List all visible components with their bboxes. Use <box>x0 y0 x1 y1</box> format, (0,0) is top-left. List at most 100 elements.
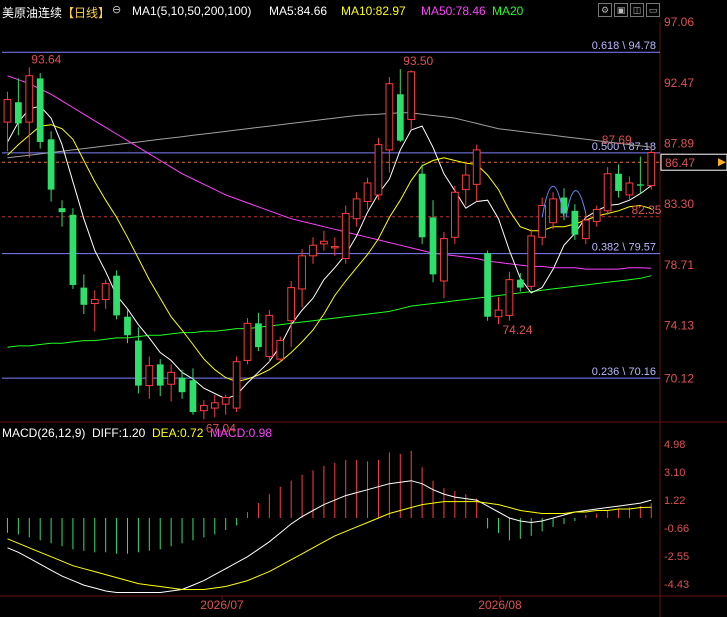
ref-annotation-1: 87.69 <box>602 133 632 147</box>
candle-body <box>232 361 241 409</box>
candle-body <box>3 99 12 123</box>
candle-body <box>341 212 350 259</box>
candle-body <box>418 173 426 238</box>
candle-body <box>625 182 634 196</box>
candle <box>47 131 55 202</box>
candle <box>385 77 394 173</box>
candle <box>255 312 262 352</box>
fib-level-label: 0.236 \ 70.16 <box>592 366 656 378</box>
candle <box>265 310 274 362</box>
candle-body <box>14 102 22 124</box>
candle-body <box>440 238 448 282</box>
candle <box>571 204 579 240</box>
candle-body <box>352 198 361 220</box>
macd-tick-label: -4.43 <box>664 579 689 591</box>
high-annotation-2: 93.50 <box>403 54 433 68</box>
candle-body <box>549 198 557 224</box>
candle <box>461 161 470 206</box>
candle <box>603 167 612 215</box>
candle-body <box>461 174 470 191</box>
candle-body <box>407 71 416 120</box>
candle <box>69 208 77 289</box>
candle-body <box>363 182 372 203</box>
candle-body <box>647 152 656 187</box>
candle-body <box>135 340 142 386</box>
candle <box>210 394 219 418</box>
candle-body <box>199 404 208 412</box>
candle <box>407 70 416 131</box>
candle-body <box>298 255 306 290</box>
candle-body <box>320 240 328 245</box>
candle-body <box>178 377 186 393</box>
candle-body <box>167 371 176 385</box>
candle-body <box>330 246 339 249</box>
candle <box>25 67 34 158</box>
candle <box>156 359 164 397</box>
candle-body <box>25 75 34 123</box>
candle <box>505 271 514 321</box>
candle-body <box>571 210 579 235</box>
candle-body <box>58 208 66 213</box>
candle <box>101 279 110 309</box>
candle-body <box>47 139 55 190</box>
candle-body <box>484 253 491 317</box>
candle <box>450 185 459 244</box>
candle <box>484 250 491 321</box>
candle-body <box>603 173 612 212</box>
candle <box>3 91 12 152</box>
candle <box>232 356 241 413</box>
candle-body <box>636 184 644 186</box>
candle-body <box>494 309 503 318</box>
candle <box>276 336 285 362</box>
candle-body <box>210 402 219 409</box>
high-annotation-1: 93.64 <box>31 52 61 66</box>
macd-tick-label: -0.66 <box>664 523 689 535</box>
candle-body <box>505 279 514 316</box>
macd-tick-label: 1.22 <box>664 495 685 507</box>
candle <box>494 296 503 325</box>
candle-body <box>243 322 252 361</box>
candle-body <box>113 275 120 316</box>
candle-body <box>472 149 481 185</box>
candle <box>549 192 557 230</box>
macd-diff-line <box>7 480 652 593</box>
candle-body <box>592 208 601 222</box>
candle <box>429 200 437 283</box>
candle <box>58 200 66 227</box>
ma5-line <box>7 105 652 400</box>
candle <box>636 156 644 194</box>
candle-body <box>156 364 164 386</box>
candle-body <box>429 217 437 275</box>
candle <box>90 290 99 332</box>
time-label: 2026/08 <box>478 598 522 612</box>
ma200-line <box>7 112 652 159</box>
price-tick-label: 92.47 <box>664 76 694 90</box>
candle-body <box>527 235 536 287</box>
candle-body <box>615 173 622 191</box>
candle <box>80 274 88 315</box>
macd-dea-line <box>7 501 652 590</box>
candle <box>418 164 426 244</box>
candle-body <box>374 144 383 196</box>
candle <box>374 137 383 201</box>
candle <box>287 280 296 348</box>
candle-body <box>385 83 394 151</box>
candle <box>625 176 634 199</box>
current-price-label: 86.47 <box>665 156 695 170</box>
candle-body <box>124 316 131 336</box>
candle-body <box>221 396 230 405</box>
candle-body <box>265 314 274 357</box>
candle-body <box>90 299 99 304</box>
low-annotation-2: 74.24 <box>503 323 533 337</box>
candle-body <box>101 283 110 301</box>
candle-body <box>538 205 547 238</box>
price-chart[interactable]: 97.06 92.47 87.89 83.30 78.71 74.13 70.12 0.618… <box>0 0 727 617</box>
candle <box>36 73 44 149</box>
candle <box>167 364 176 402</box>
candle-body <box>450 191 459 238</box>
fib-level-label: 0.382 \ 79.57 <box>592 242 656 254</box>
candle <box>647 146 656 190</box>
candle <box>330 237 339 256</box>
ma50-line <box>7 75 652 270</box>
candle <box>352 192 361 227</box>
